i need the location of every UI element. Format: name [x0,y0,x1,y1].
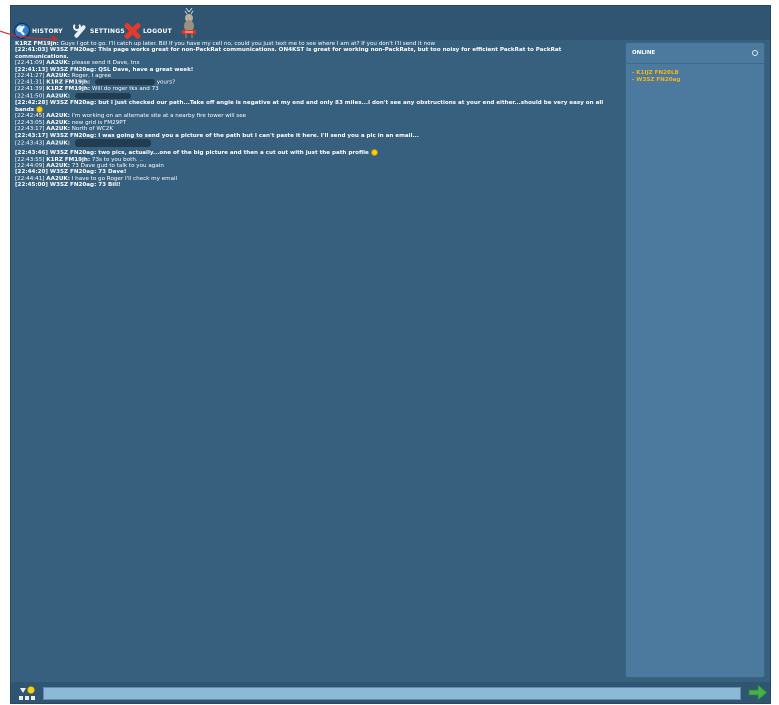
message-text: 73 Dave gud to talk to you again [71,162,164,169]
chat-message: [22:43:46] W3SZ FN20ag: two pics, actual… [15,149,615,157]
message-text: Will do roger tks and 73 [91,86,159,93]
redacted-block [74,92,131,99]
message-time: [22:41:31] [15,79,45,86]
message-sender: W3SZ FN20ag: [49,150,97,157]
logout-label: LOGOUT [143,27,172,35]
send-arrow-icon[interactable] [748,684,768,701]
chat-message: [22:41:03] W3SZ FN20ag: This page works … [15,47,615,60]
emoji-icon[interactable] [17,685,39,701]
message-sender: W3SZ FN20ag: [49,47,97,54]
history-button[interactable]: HISTORY [14,22,63,40]
message-text: new grid is FM29PT [71,119,127,126]
message-sender: AA2UK: [46,119,70,126]
online-header: ONLINE [626,43,764,64]
message-sender: K1RZ FM19jh: [15,41,59,47]
logout-button[interactable]: LOGOUT [123,22,172,40]
message-time: [22:43:05] [15,119,45,126]
settings-icon [72,23,88,39]
chat-message: [22:42:28] W3SZ FN20ag: but I just check… [15,100,615,114]
message-text: but I just checked our path...Take off a… [15,99,604,114]
message-time: [22:43:55] [15,156,45,163]
message-sender: K1RZ FM19jh: [46,79,91,86]
message-text: 73 Bill! [98,182,121,189]
settings-label: SETTINGS [90,27,125,35]
chat-message: [22:41:31] K1RZ FM19jh: yours? [15,79,615,86]
message-time: [22:45:00] [15,182,48,189]
message-time: [22:44:09] [15,162,45,169]
message-sender: AA2UK: [46,93,70,100]
online-user[interactable]: - K1IJZ FN20LB [632,70,758,77]
message-sender: AA2UK: [46,73,70,80]
message-text: Roger, I agree [71,73,112,80]
message-text: two pics, actually...one of the big pict… [98,150,369,157]
message-sender: K1RZ FM19jh: [46,86,91,93]
message-text: I have to go Roger I'll check my email [71,175,178,182]
logout-icon [123,22,141,40]
message-time: [22:43:46] [15,150,48,157]
message-text: QSL Dave, have a great week! [98,66,194,73]
smiley-icon [36,106,44,114]
online-user[interactable]: - W3SZ FN20ag [632,77,758,84]
message-time: [22:42:45] [15,113,45,120]
message-text: North of WC2K [71,126,113,133]
message-sender: W3SZ FN20ag: [49,99,97,106]
message-text: yours? [156,79,176,86]
logo-icon [179,8,199,38]
message-sender: W3SZ FN20ag: [49,132,97,139]
message-sender: AA2UK: [46,140,70,147]
message-time: [22:43:43] [15,140,45,147]
message-text: 73s to you both. .. [91,156,144,163]
message-time: [22:42:28] [15,99,48,106]
message-time: [22:41:27] [15,73,45,80]
online-title: ONLINE [632,50,656,56]
message-time: [22:43:17] [15,126,45,133]
message-time: [22:44:41] [15,175,45,182]
input-bar [11,682,770,703]
message-time: [22:41:09] [15,60,45,67]
message-sender: AA2UK: [46,60,70,67]
online-panel: ONLINE - K1IJZ FN20LB - W3SZ FN20ag [625,42,765,678]
message-text: Guys I got to go. I'll catch up later. B… [60,41,436,47]
message-text: please send it Dave, tnx [71,60,140,67]
smiley-icon [370,149,378,157]
message-sender: K1RZ FM19jh: [46,156,91,163]
message-text: I was going to send you a picture of the… [98,132,419,139]
chat-message: [22:43:43] AA2UK: [15,139,615,148]
message-sender: W3SZ FN20ag: [49,169,97,176]
message-time: [22:41:13] [15,66,48,73]
online-user-list: - K1IJZ FN20LB - W3SZ FN20ag [626,64,764,89]
redacted-block [94,79,155,86]
message-time: [22:44:20] [15,169,48,176]
message-text: I'm working on an alternate site at a ne… [71,113,247,120]
chat-window: HISTORY SETTINGS LOGOUT K1RZ FM19jh: Guy… [10,5,771,704]
message-sender: W3SZ FN20ag: [49,182,97,189]
message-time: [22:41:50] [15,93,45,100]
message-time: [22:41:03] [15,47,48,54]
history-icon [14,23,30,39]
message-sender: W3SZ FN20ag: [49,66,97,73]
message-sender: AA2UK: [46,126,70,133]
message-sender: AA2UK: [46,175,70,182]
message-time: [22:41:39] [15,86,45,93]
message-time: [22:43:17] [15,132,48,139]
settings-button[interactable]: SETTINGS [72,22,125,40]
redacted-block [74,139,151,148]
message-input[interactable] [43,687,741,700]
message-sender: AA2UK: [46,162,70,169]
message-text: This page works great for non-PackRat co… [15,47,562,60]
history-label: HISTORY [32,27,63,35]
chat-message: [22:45:00] W3SZ FN20ag: 73 Bill! [15,182,615,188]
chat-message: [22:41:50] AA2UK: [15,92,615,100]
message-text: 73 Dave! [98,169,127,176]
chat-messages[interactable]: K1RZ FM19jh: Guys I got to go. I'll catc… [15,41,615,681]
close-icon[interactable] [752,50,758,56]
message-sender: AA2UK: [46,113,70,120]
top-toolbar: HISTORY SETTINGS LOGOUT [11,6,770,40]
